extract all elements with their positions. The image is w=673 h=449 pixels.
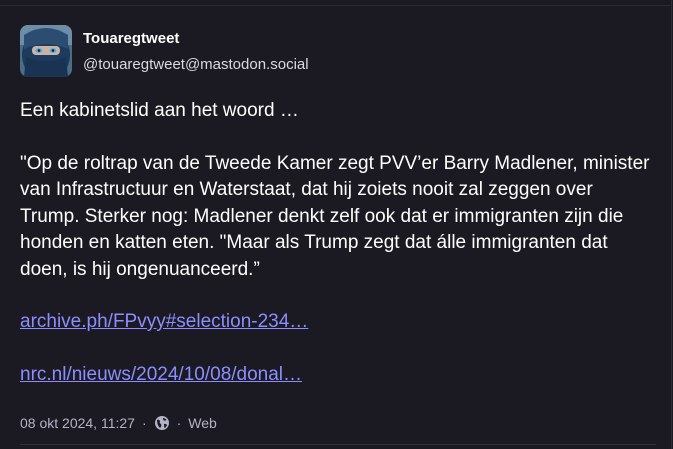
meta-separator: · [176, 415, 182, 431]
author-display-name[interactable]: Touaregtweet [83, 30, 309, 48]
status-meta: 08 okt 2024, 11:27 · · Web [20, 414, 217, 432]
archive-link[interactable]: archive.ph/FPvyy#selection-234… [20, 311, 308, 332]
author-handle[interactable]: @touaregtweet@mastodon.social [83, 56, 309, 74]
author-names: Touaregtweet @touaregtweet@mastodon.soci… [83, 30, 309, 74]
globe-icon [154, 415, 170, 431]
nrc-link[interactable]: nrc.nl/nieuws/2024/10/08/donal… [20, 364, 302, 385]
top-divider [0, 5, 672, 6]
meta-separator: · [141, 415, 147, 431]
content-paragraph: Een kabinetslid aan het woord … [20, 100, 299, 121]
bottom-divider [20, 444, 656, 445]
status-header: Touaregtweet @touaregtweet@mastodon.soci… [20, 25, 309, 77]
status-content: Een kabinetslid aan het woord … "Op de r… [20, 98, 655, 388]
timestamp[interactable]: 08 okt 2024, 11:27 [20, 414, 135, 432]
application-name: Web [188, 415, 217, 431]
content-paragraph: "Op de roltrap van de Tweede Kamer zegt … [20, 152, 650, 280]
status-card: Touaregtweet @touaregtweet@mastodon.soci… [0, 0, 672, 449]
avatar[interactable] [20, 25, 72, 77]
avatar-image [20, 25, 72, 77]
